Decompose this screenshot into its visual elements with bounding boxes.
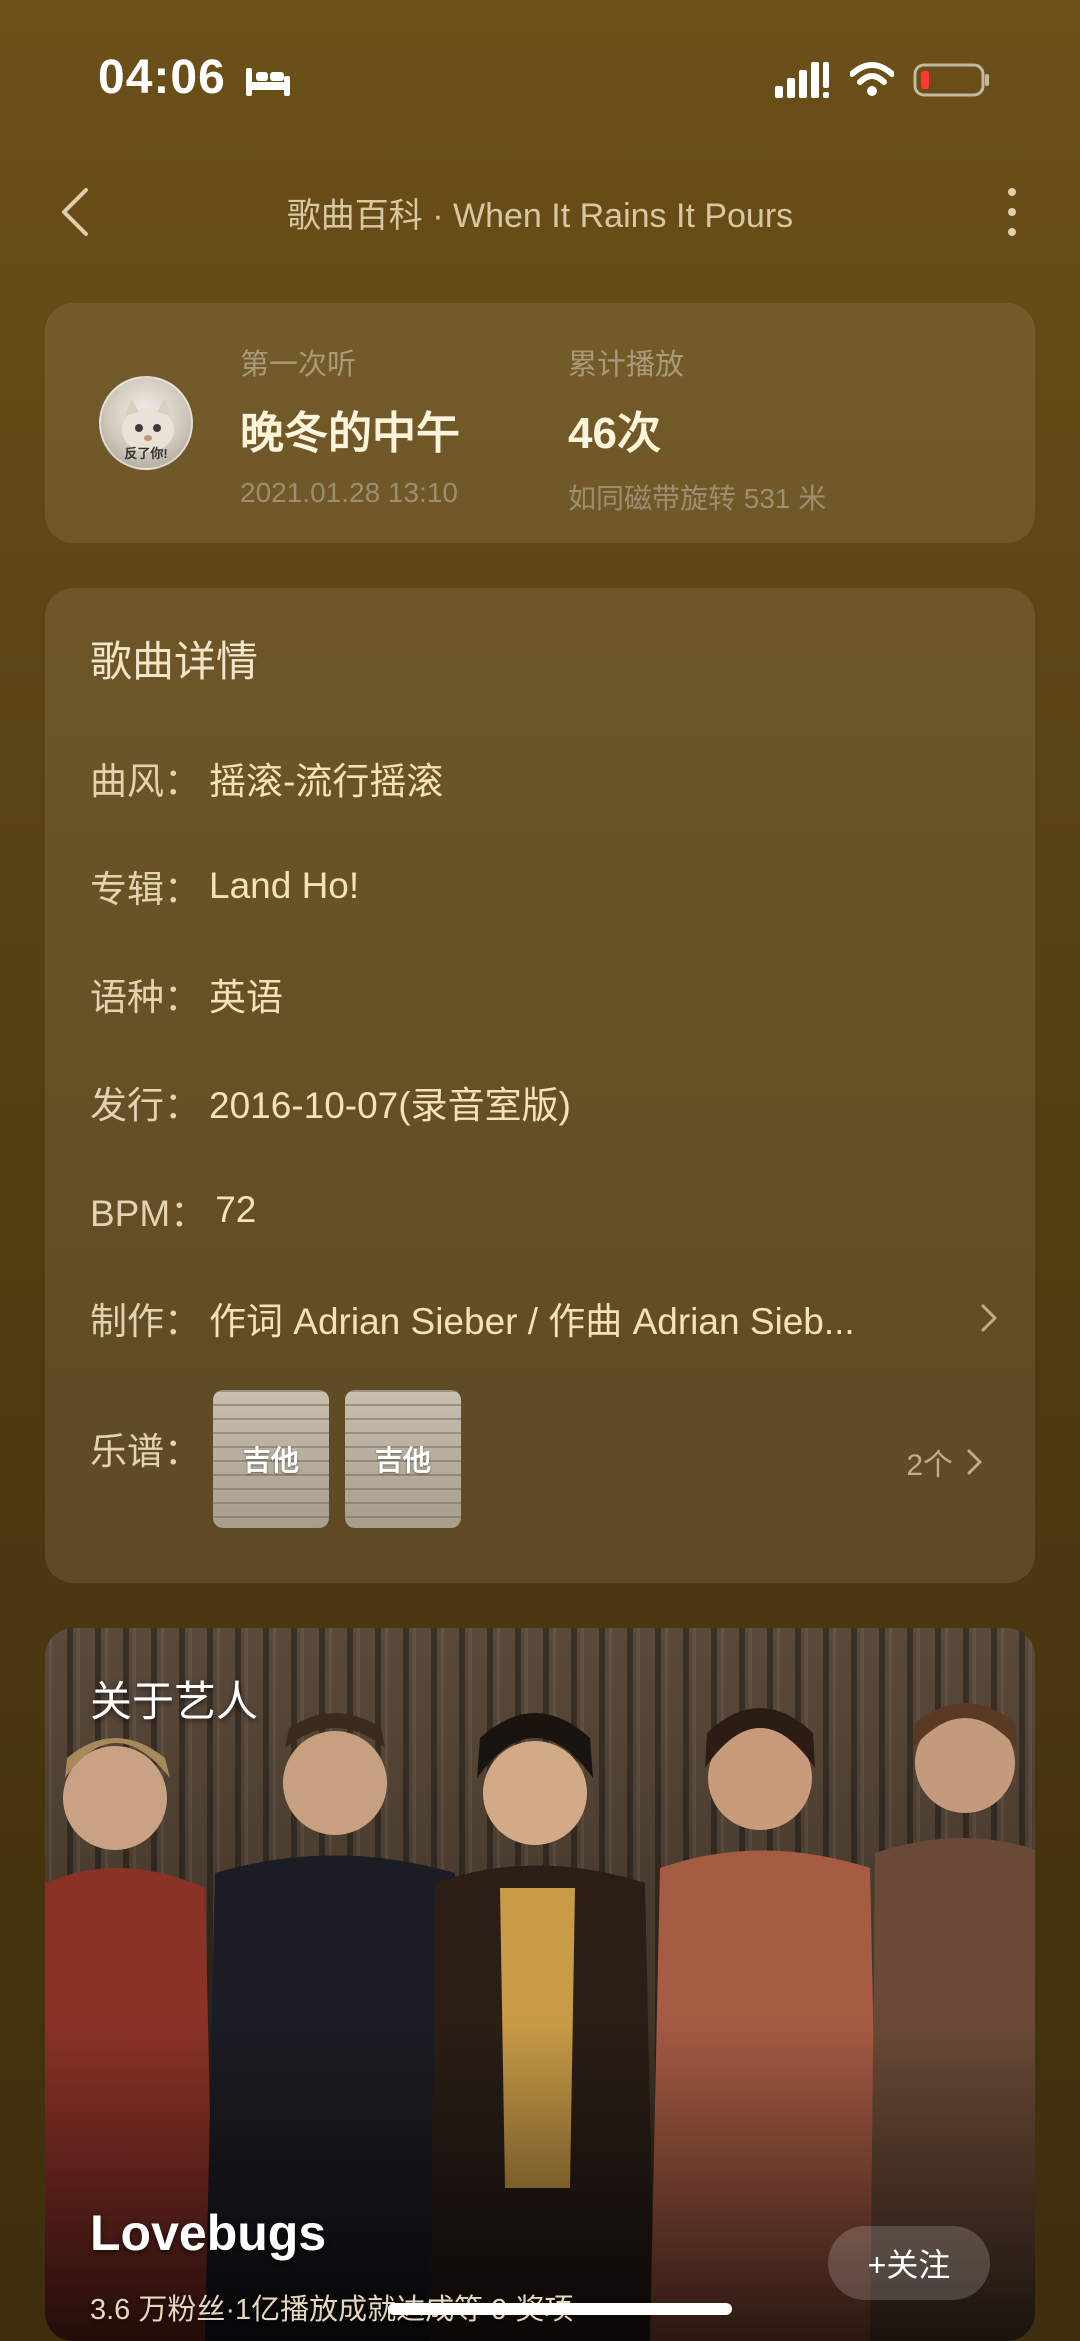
first-listen-date: 2021.01.28 13:10 <box>240 477 458 508</box>
language-label: 语种： <box>90 977 201 1018</box>
wifi-icon <box>850 62 894 96</box>
first-listen-block: 第一次听 晚冬的中午 2021.01.28 13:10 <box>240 341 460 509</box>
artist-section-heading: 关于艺人 <box>90 1678 259 1725</box>
sheet-music-label: 乐谱： <box>90 1431 201 1472</box>
play-count-sub: 如同磁带旋转 531 米 <box>568 483 827 514</box>
album-value[interactable]: Land Ho! <box>209 865 359 907</box>
nav-bar: 歌曲百科 · When It Rains It Pours <box>0 170 1080 250</box>
sheet-music-guitar-1[interactable]: 吉他 <box>213 1390 329 1528</box>
detail-row-bpm: BPM： 72 <box>90 1180 1000 1240</box>
page-title: 歌曲百科 · When It Rains It Pours <box>286 197 794 235</box>
first-listen-value: 晚冬的中午 <box>240 409 460 458</box>
credits-value: 作词 Adrian Sieber / 作曲 Adrian Sieb... <box>209 1301 855 1342</box>
avatar-caption: 反了你! <box>124 446 168 461</box>
song-details-title: 歌曲详情 <box>90 638 259 685</box>
back-arrow-icon[interactable] <box>56 184 96 240</box>
release-label: 发行： <box>90 1085 201 1126</box>
sheet-count-text: 2个 <box>906 1449 953 1482</box>
detail-row-genre: 曲风： 摇滚-流行摇滚 <box>90 748 1000 808</box>
release-value: 2016-10-07(录音室版) <box>209 1085 571 1126</box>
artist-card[interactable]: 关于艺人 Lovebugs 3.6 万粉丝·1亿播放成就达成等 9 奖项 +关注 <box>45 1628 1035 2341</box>
detail-row-sheet-music: 乐谱： <box>90 1418 210 1478</box>
more-options-icon[interactable] <box>1000 182 1024 242</box>
bpm-value: 72 <box>215 1189 257 1230</box>
credits-label: 制作： <box>90 1301 201 1342</box>
chevron-right-icon <box>981 1304 997 1332</box>
bpm-label: BPM： <box>90 1193 208 1234</box>
follow-button[interactable]: +关注 <box>828 2226 990 2300</box>
sheet-music-count[interactable]: 2个 <box>906 1440 985 1484</box>
status-time: 04:06 <box>98 51 226 104</box>
sheet-music-list: 吉他 吉他 <box>213 1390 461 1528</box>
language-value: 英语 <box>209 977 283 1018</box>
sleep-mode-icon <box>246 68 290 96</box>
first-listen-label: 第一次听 <box>240 349 357 381</box>
album-label: 专辑： <box>90 869 201 910</box>
chevron-right-icon <box>967 1449 982 1475</box>
play-count-value: 46次 <box>568 409 661 458</box>
genre-value: 摇滚-流行摇滚 <box>209 761 444 802</box>
battery-low-icon <box>913 63 989 97</box>
detail-row-credits[interactable]: 制作： 作词 Adrian Sieber / 作曲 Adrian Sieb... <box>90 1288 1000 1348</box>
detail-row-release: 发行： 2016-10-07(录音室版) <box>90 1072 1000 1132</box>
genre-label: 曲风： <box>90 761 201 802</box>
cellular-signal-icon <box>775 62 829 98</box>
home-indicator[interactable] <box>388 2303 732 2315</box>
listening-stats-card: 反了你! 第一次听 晚冬的中午 2021.01.28 13:10 累计播放 46… <box>45 303 1035 543</box>
play-count-label: 累计播放 <box>568 349 685 381</box>
status-bar: 04:06 <box>0 0 1080 150</box>
detail-row-language: 语种： 英语 <box>90 964 1000 1024</box>
detail-row-album[interactable]: 专辑： Land Ho! <box>90 856 1000 916</box>
play-count-block: 累计播放 46次 如同磁带旋转 531 米 <box>568 341 826 517</box>
avatar[interactable]: 反了你! <box>99 376 193 470</box>
sheet-music-guitar-2[interactable]: 吉他 <box>345 1390 461 1528</box>
artist-name[interactable]: Lovebugs <box>90 2204 326 2262</box>
song-details-card: 歌曲详情 曲风： 摇滚-流行摇滚 专辑： Land Ho! 语种： 英语 发行：… <box>45 588 1035 1583</box>
